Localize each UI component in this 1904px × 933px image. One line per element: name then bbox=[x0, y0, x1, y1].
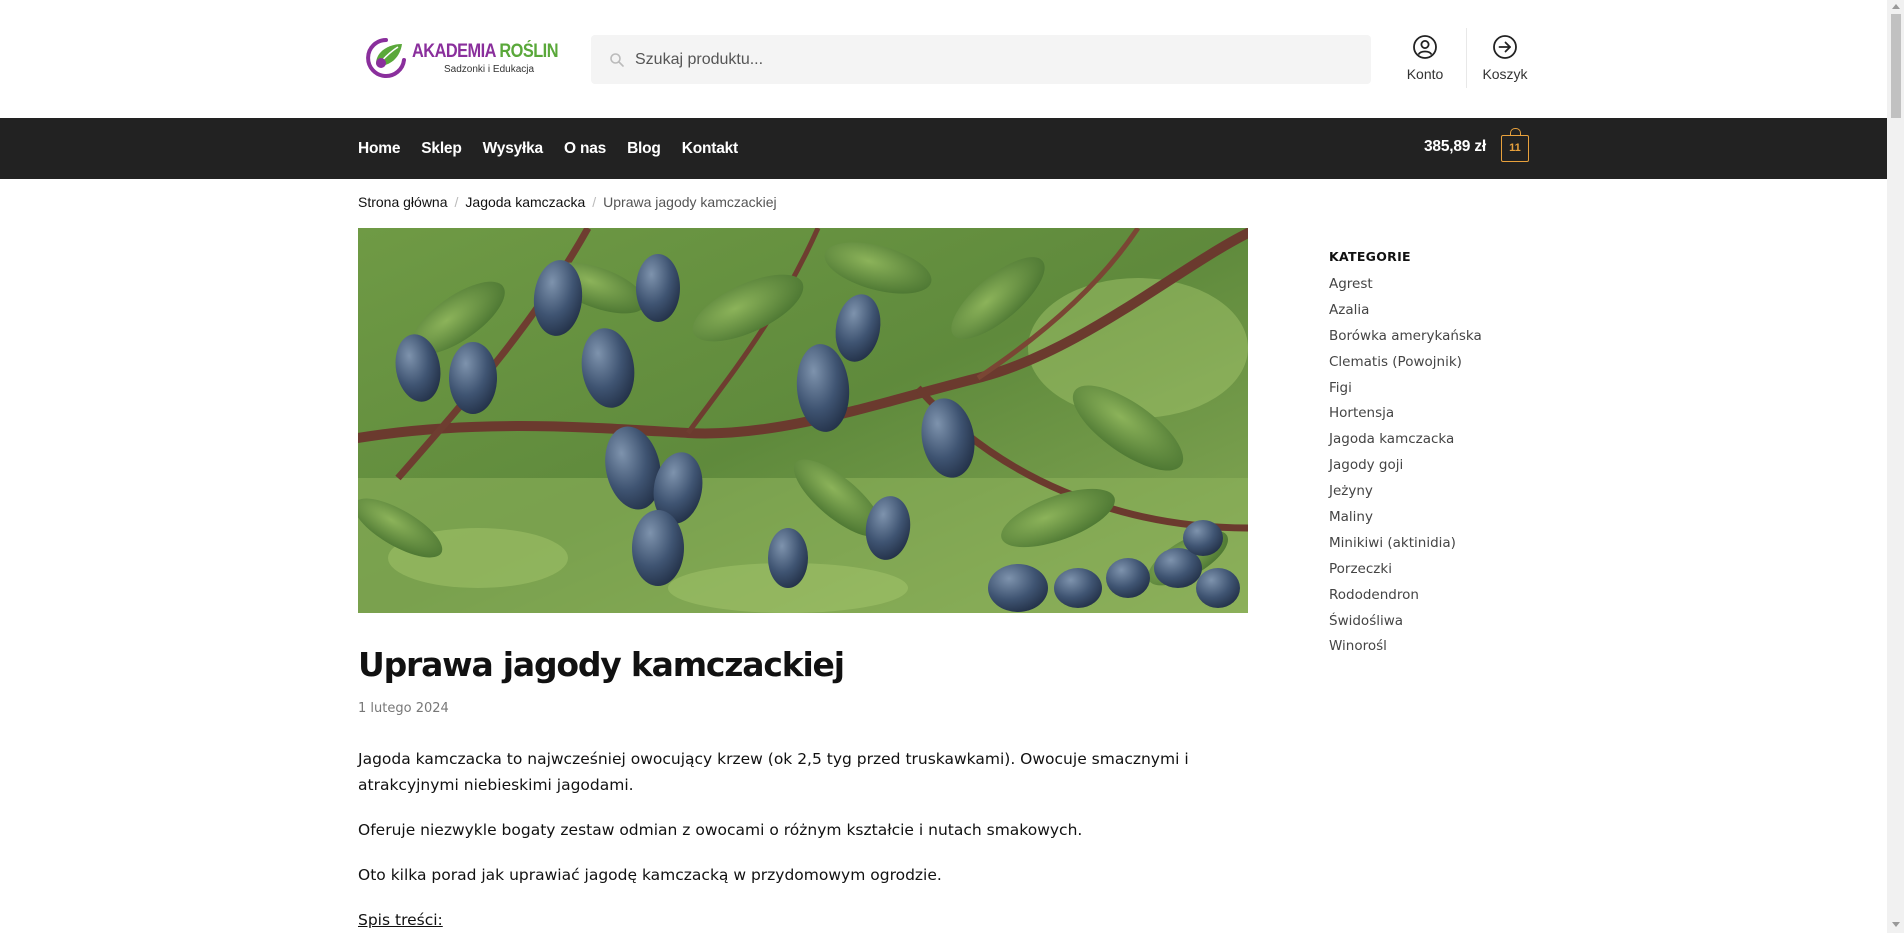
breadcrumb-separator: / bbox=[454, 194, 459, 210]
category-link[interactable]: Agrest bbox=[1329, 274, 1549, 300]
category-link[interactable]: Clematis (Powojnik) bbox=[1329, 352, 1549, 378]
nav-item-wysylka[interactable]: Wysyłka bbox=[483, 140, 554, 158]
page-scrollbar[interactable] bbox=[1887, 0, 1904, 933]
search-input[interactable] bbox=[635, 50, 1335, 69]
table-of-contents-link[interactable]: Spis treści: bbox=[358, 911, 443, 929]
scroll-up-arrow-icon[interactable] bbox=[1892, 4, 1900, 9]
site-logo[interactable]: AKADEMIA ROŚLIN Sadzonki i Edukacja bbox=[362, 34, 559, 82]
category-link[interactable]: Jagody goji bbox=[1329, 455, 1549, 481]
cart-total[interactable]: 385,89 zł bbox=[1424, 138, 1486, 156]
post-paragraph: Jagoda kamczacka to najwcześniej owocują… bbox=[358, 750, 1189, 794]
nav-item-o-nas[interactable]: O nas bbox=[564, 140, 617, 158]
post-title: Uprawa jagody kamczackiej bbox=[358, 645, 845, 684]
user-icon bbox=[1413, 35, 1437, 59]
breadcrumb-separator: / bbox=[592, 194, 597, 210]
nav-item-blog[interactable]: Blog bbox=[627, 140, 672, 158]
category-link[interactable]: Jeżyny bbox=[1329, 481, 1549, 507]
scrollbar-thumb[interactable] bbox=[1891, 14, 1901, 118]
site-header: AKADEMIA ROŚLIN Sadzonki i Edukacja Kont… bbox=[0, 0, 1887, 118]
logo-title-part1: AKADEMIA bbox=[412, 40, 500, 62]
search-bar bbox=[591, 35, 1371, 84]
post-featured-image bbox=[358, 228, 1248, 613]
breadcrumb-category[interactable]: Jagoda kamczacka bbox=[465, 194, 585, 210]
breadcrumb-home[interactable]: Strona główna bbox=[358, 194, 448, 210]
post-date: 1 lutego 2024 bbox=[358, 701, 449, 716]
breadcrumb: Strona główna / Jagoda kamczacka / Uprawa ja… bbox=[358, 194, 777, 210]
category-link[interactable]: Rododendron bbox=[1329, 585, 1549, 611]
scroll-down-arrow-icon[interactable] bbox=[1892, 922, 1900, 927]
account-label: Konto bbox=[1406, 66, 1444, 82]
category-link[interactable]: Maliny bbox=[1329, 507, 1549, 533]
breadcrumb-current: Uprawa jagody kamczackiej bbox=[603, 194, 777, 210]
categories-list: Agrest Azalia Borówka amerykańska Clemat… bbox=[1329, 274, 1549, 662]
logo-subtitle: Sadzonki i Edukacja bbox=[444, 63, 535, 75]
category-link[interactable]: Borówka amerykańska bbox=[1329, 326, 1549, 352]
category-link[interactable]: Porzeczki bbox=[1329, 559, 1549, 585]
nav-item-kontakt[interactable]: Kontakt bbox=[682, 140, 749, 158]
category-link[interactable]: Figi bbox=[1329, 378, 1549, 404]
nav-item-sklep[interactable]: Sklep bbox=[421, 140, 472, 158]
post-paragraph: Oto kilka porad jak uprawiać jagodę kamc… bbox=[358, 866, 942, 884]
header-divider bbox=[1466, 28, 1467, 88]
logo-title-part2: ROŚLIN bbox=[499, 40, 558, 62]
category-link[interactable]: Azalia bbox=[1329, 300, 1549, 326]
post-content: Jagoda kamczacka to najwcześniej owocują… bbox=[358, 746, 1238, 933]
category-link[interactable]: Jagoda kamczacka bbox=[1329, 429, 1549, 455]
account-link[interactable]: Konto bbox=[1394, 34, 1456, 82]
cart-count-badge[interactable]: 11 bbox=[1501, 128, 1529, 162]
main-navigation: Home Sklep Wysyłka O nas Blog Kontakt 38… bbox=[0, 118, 1887, 179]
logo-leaf-icon bbox=[366, 38, 406, 78]
categories-heading: KATEGORIE bbox=[1329, 249, 1411, 264]
cart-label: Koszyk bbox=[1482, 66, 1528, 82]
category-link[interactable]: Świdośliwa bbox=[1329, 611, 1549, 637]
post-paragraph: Oferuje niezwykle bogaty zestaw odmian z… bbox=[358, 821, 1083, 839]
category-link[interactable]: Minikiwi (aktinidia) bbox=[1329, 533, 1549, 559]
categories-widget: KATEGORIE Agrest Azalia Borówka amerykań… bbox=[1329, 249, 1549, 662]
cart-link[interactable]: Koszyk bbox=[1474, 34, 1536, 82]
category-link[interactable]: Winorośl bbox=[1329, 636, 1549, 662]
search-icon[interactable] bbox=[609, 52, 625, 68]
category-link[interactable]: Hortensja bbox=[1329, 403, 1549, 429]
nav-item-home[interactable]: Home bbox=[358, 140, 411, 158]
arrow-right-circle-icon bbox=[1493, 35, 1517, 59]
